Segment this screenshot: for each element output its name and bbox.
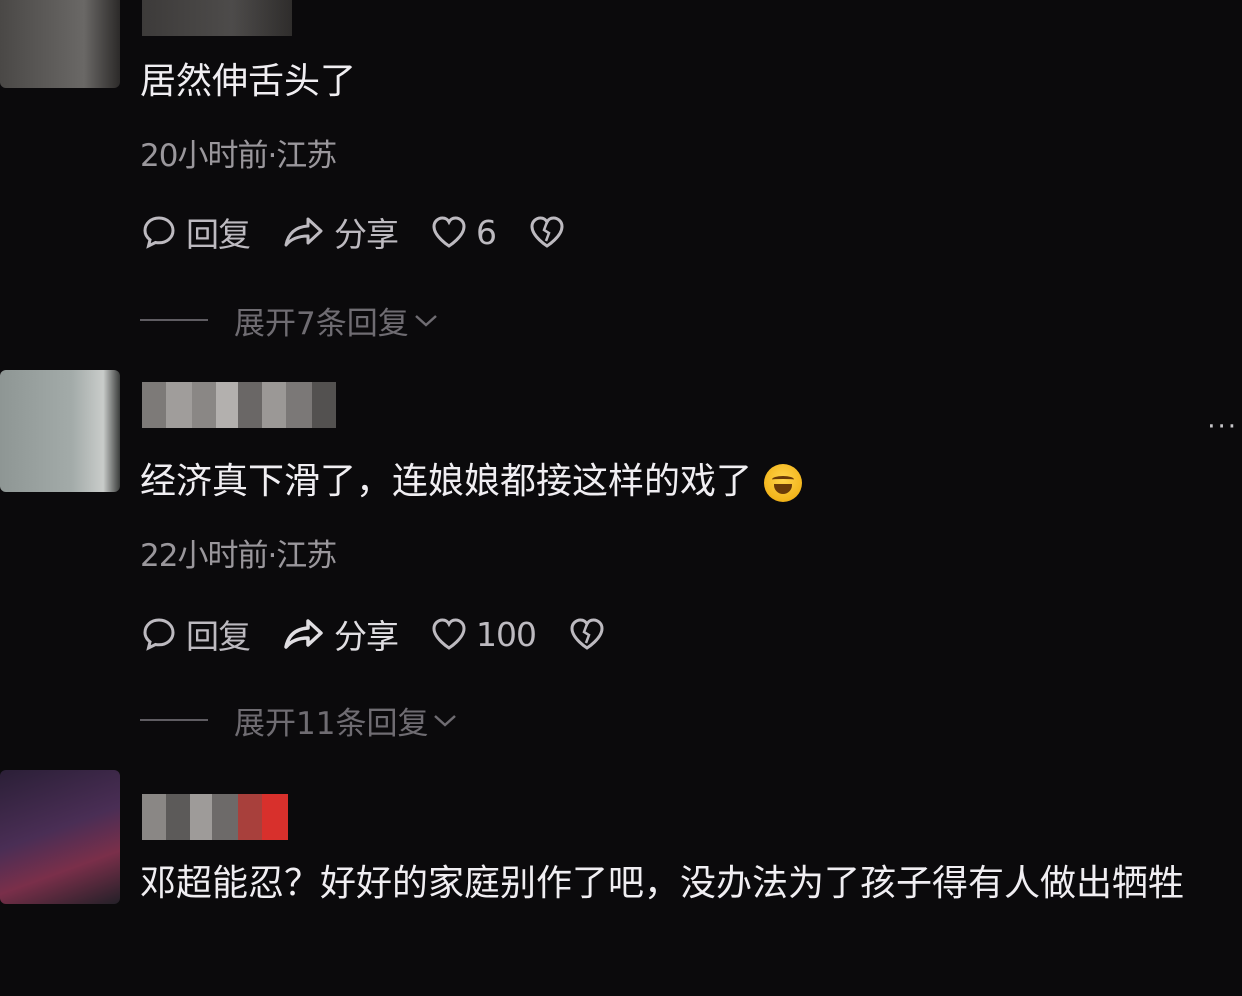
like-button[interactable]: 100 [430, 614, 537, 654]
comment-meta: 20小时前·江苏 [140, 138, 337, 174]
more-dots-icon[interactable]: ··· [1207, 412, 1238, 442]
comment-text-content: 经济真下滑了，连娘娘都接这样的戏了 [140, 461, 753, 502]
share-button[interactable]: 分享 [282, 610, 399, 658]
expand-replies-button[interactable]: 展开7条回复 [140, 300, 439, 342]
chevron-down-icon [434, 715, 457, 727]
broken-heart-icon [530, 216, 564, 248]
comment-bubble-icon [143, 216, 175, 249]
heart-icon [432, 216, 466, 248]
expand-label: 展开7条回复 [234, 305, 409, 342]
like-count: 6 [476, 212, 497, 252]
comment-text: 居然伸舌头了 [140, 61, 357, 102]
comment-text: 邓超能忍？好好的家庭别作了吧，没办法为了孩子得有人做出牺牲 [140, 863, 1185, 904]
share-arrow-icon [284, 619, 323, 649]
avatar[interactable] [0, 770, 120, 904]
broken-heart-icon [570, 618, 604, 650]
comment-list: 居然伸舌头了 20小时前·江苏 回复 分享 6 展开7条回复 ··· 经济真下滑… [0, 0, 1242, 996]
divider [140, 319, 208, 321]
username-blurred[interactable] [142, 0, 292, 36]
comment-actions: 回复 分享 6 [140, 210, 606, 254]
divider [140, 719, 208, 721]
expand-replies-button[interactable]: 展开11条回复 [140, 700, 458, 742]
chevron-down-icon [414, 315, 437, 327]
comment-actions: 回复 分享 100 [140, 612, 646, 656]
like-count: 100 [476, 614, 537, 654]
dislike-button[interactable] [528, 214, 574, 250]
share-label: 分享 [334, 617, 399, 656]
reply-button[interactable]: 回复 [140, 208, 251, 256]
heart-icon [432, 618, 466, 650]
like-button[interactable]: 6 [430, 212, 497, 252]
dislike-button[interactable] [568, 616, 614, 652]
username-blurred[interactable] [142, 794, 288, 840]
reply-label: 回复 [186, 215, 251, 254]
share-button[interactable]: 分享 [282, 208, 399, 256]
share-label: 分享 [334, 215, 399, 254]
username-blurred[interactable] [142, 382, 336, 428]
comment-meta: 22小时前·江苏 [140, 538, 337, 574]
reply-button[interactable]: 回复 [140, 610, 251, 658]
avatar[interactable] [0, 0, 120, 88]
comment-bubble-icon [143, 618, 175, 651]
comment-text: 经济真下滑了，连娘娘都接这样的戏了 [140, 461, 803, 502]
share-arrow-icon [284, 217, 323, 247]
crying-laughing-emoji [764, 464, 803, 502]
reply-label: 回复 [186, 617, 251, 656]
avatar[interactable] [0, 370, 120, 492]
expand-label: 展开11条回复 [234, 705, 429, 742]
